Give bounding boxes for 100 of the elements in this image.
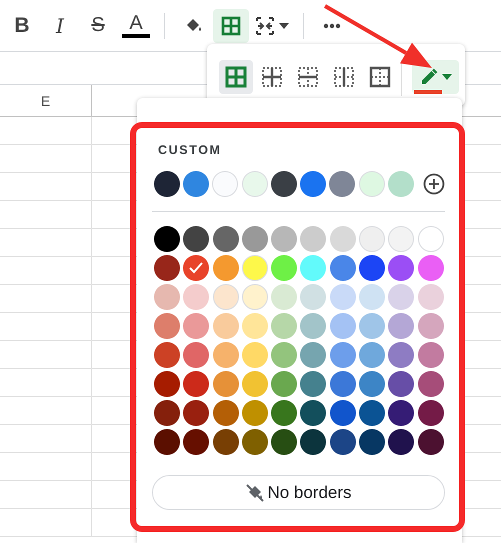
color-swatch[interactable] xyxy=(330,342,356,368)
color-swatch[interactable] xyxy=(242,400,268,426)
color-swatch[interactable] xyxy=(154,255,180,281)
color-swatch[interactable] xyxy=(242,342,268,368)
color-swatch[interactable] xyxy=(359,371,386,397)
color-swatch[interactable] xyxy=(242,313,268,339)
color-swatch[interactable] xyxy=(300,429,326,455)
color-swatch[interactable] xyxy=(330,284,356,310)
color-swatch[interactable] xyxy=(359,284,386,310)
color-swatch[interactable] xyxy=(330,226,356,252)
color-swatch[interactable] xyxy=(300,284,326,310)
color-swatch[interactable] xyxy=(183,371,210,397)
color-swatch[interactable] xyxy=(212,429,239,455)
color-swatch[interactable] xyxy=(154,171,180,197)
color-swatch[interactable] xyxy=(300,226,326,252)
color-swatch[interactable] xyxy=(388,371,414,397)
color-swatch[interactable] xyxy=(271,313,298,339)
color-swatch[interactable] xyxy=(242,284,268,310)
italic-button[interactable]: I xyxy=(42,8,78,42)
color-swatch[interactable] xyxy=(330,313,356,339)
color-swatch[interactable] xyxy=(359,313,386,339)
column-header[interactable]: E xyxy=(40,92,50,108)
color-swatch[interactable] xyxy=(271,255,298,281)
color-swatch[interactable] xyxy=(418,371,444,397)
color-swatch[interactable] xyxy=(270,171,297,197)
color-swatch[interactable] xyxy=(154,226,180,252)
color-swatch[interactable] xyxy=(242,429,268,455)
color-swatch[interactable] xyxy=(330,371,356,397)
color-swatch[interactable] xyxy=(359,429,386,455)
color-swatch[interactable] xyxy=(242,171,268,197)
color-swatch[interactable] xyxy=(271,284,298,310)
color-swatch[interactable] xyxy=(418,284,444,310)
color-swatch[interactable] xyxy=(154,342,180,368)
color-swatch[interactable] xyxy=(183,171,210,197)
color-swatch[interactable] xyxy=(388,255,414,281)
color-swatch[interactable] xyxy=(300,255,326,281)
border-color-button[interactable] xyxy=(412,60,459,94)
color-swatch[interactable] xyxy=(212,284,239,310)
color-swatch[interactable] xyxy=(154,284,180,310)
add-color-icon[interactable] xyxy=(423,173,446,195)
text-color-button[interactable]: A xyxy=(118,8,154,42)
color-swatch[interactable] xyxy=(183,313,210,339)
color-swatch[interactable] xyxy=(388,313,414,339)
color-swatch[interactable] xyxy=(183,284,210,310)
color-swatch[interactable] xyxy=(242,371,268,397)
color-swatch[interactable] xyxy=(212,313,239,339)
color-swatch[interactable] xyxy=(212,342,239,368)
color-swatch[interactable] xyxy=(330,255,356,281)
color-swatch[interactable] xyxy=(418,429,444,455)
color-swatch[interactable] xyxy=(388,400,414,426)
color-swatch[interactable] xyxy=(242,255,268,281)
color-swatch[interactable] xyxy=(359,255,386,281)
color-swatch[interactable] xyxy=(300,171,326,197)
color-swatch[interactable] xyxy=(154,313,180,339)
color-swatch[interactable] xyxy=(300,400,326,426)
color-swatch[interactable] xyxy=(183,400,210,426)
color-swatch[interactable] xyxy=(388,342,414,368)
color-swatch[interactable] xyxy=(330,429,356,455)
color-swatch[interactable] xyxy=(418,255,444,281)
color-swatch[interactable] xyxy=(271,226,298,252)
color-swatch[interactable] xyxy=(418,226,444,252)
color-swatch[interactable] xyxy=(418,313,444,339)
color-swatch[interactable] xyxy=(359,400,386,426)
color-swatch[interactable] xyxy=(388,284,414,310)
color-swatch[interactable] xyxy=(212,400,239,426)
color-swatch[interactable] xyxy=(359,226,386,252)
color-swatch[interactable] xyxy=(271,400,298,426)
color-swatch[interactable] xyxy=(271,371,298,397)
pencil-icon xyxy=(420,68,438,86)
color-swatch[interactable] xyxy=(300,342,326,368)
color-swatch[interactable] xyxy=(330,400,356,426)
color-swatch[interactable] xyxy=(300,371,326,397)
color-swatch[interactable] xyxy=(358,171,385,197)
color-swatch[interactable] xyxy=(212,171,238,197)
color-swatch[interactable] xyxy=(329,171,356,197)
border-all-button[interactable] xyxy=(219,60,253,94)
color-swatch[interactable] xyxy=(388,226,414,252)
color-swatch[interactable] xyxy=(242,226,268,252)
color-swatch[interactable] xyxy=(183,226,210,252)
color-swatch[interactable] xyxy=(183,255,210,281)
color-swatch[interactable] xyxy=(212,226,239,252)
bold-button[interactable]: B xyxy=(4,8,40,42)
color-swatch[interactable] xyxy=(271,342,298,368)
color-swatch[interactable] xyxy=(183,429,210,455)
color-swatch[interactable] xyxy=(418,342,444,368)
color-swatch[interactable] xyxy=(300,313,326,339)
color-swatch[interactable] xyxy=(154,371,180,397)
color-swatch[interactable] xyxy=(212,371,239,397)
color-swatch[interactable] xyxy=(183,342,210,368)
color-swatch[interactable] xyxy=(271,429,298,455)
color-swatch[interactable] xyxy=(212,255,239,281)
color-swatch[interactable] xyxy=(388,429,414,455)
strikethrough-button[interactable]: S xyxy=(80,8,116,42)
color-swatch[interactable] xyxy=(154,400,180,426)
color-swatch[interactable] xyxy=(154,429,180,455)
color-swatch[interactable] xyxy=(418,400,444,426)
no-borders-button[interactable]: No borders xyxy=(152,475,445,510)
borders-button[interactable] xyxy=(213,8,249,42)
color-swatch[interactable] xyxy=(388,171,414,197)
color-swatch[interactable] xyxy=(359,342,386,368)
